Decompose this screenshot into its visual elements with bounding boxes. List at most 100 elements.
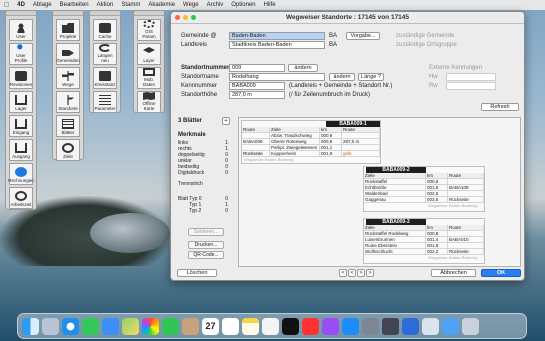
andern-nummer-button[interactable]: ändern — [288, 64, 318, 72]
drucken-button[interactable]: Drucken... — [188, 241, 224, 249]
apple-menu-icon[interactable]:  — [4, 2, 9, 9]
blatt-footer-3: Wegweiser Baden-Baden/ig — [428, 255, 478, 260]
tile-revisionen[interactable]: Revisionen — [9, 67, 33, 89]
loschen-button[interactable]: Löschen — [177, 269, 217, 277]
preview-icon[interactable] — [422, 317, 439, 335]
mail-icon[interactable] — [102, 317, 119, 335]
blatt-typ-list: Blatt Typ 0 Typ 1 Typ 2 — [178, 196, 218, 214]
tile-kreisstanz[interactable]: Kreisstanz — [93, 67, 117, 89]
nav-next-button[interactable]: > — [357, 269, 365, 277]
tile-mob-daten[interactable]: Mob. Daten — [137, 67, 161, 89]
tv-icon[interactable] — [282, 317, 299, 335]
landkreis-label: Landkreis — [181, 42, 208, 48]
tile-offline-karte[interactable]: Offline Karte — [137, 91, 161, 113]
menu-ablage[interactable]: Ablage — [33, 2, 52, 8]
downloads-icon[interactable] — [442, 317, 459, 335]
calendar-icon[interactable]: 27 — [202, 317, 219, 335]
menu-optionen[interactable]: Optionen — [231, 2, 255, 8]
tile-parameter[interactable]: Parameter — [93, 91, 117, 113]
rw-field[interactable] — [446, 82, 496, 90]
tile-projekte[interactable]: Projekte — [56, 19, 80, 41]
tile-rechnungen[interactable]: Rechnungen — [8, 163, 34, 185]
settings-icon[interactable] — [362, 317, 379, 335]
revisionen-icon — [15, 71, 27, 81]
tile-gemeinden[interactable]: Gemeinden — [56, 43, 80, 65]
hw-field[interactable] — [446, 73, 496, 81]
facetime-icon[interactable] — [162, 317, 179, 335]
add-blatt-button[interactable]: + — [222, 117, 230, 125]
sortieren-button[interactable]: Sortieren... — [188, 228, 224, 236]
music-icon[interactable] — [262, 317, 279, 335]
notes-icon[interactable] — [242, 317, 259, 335]
nav-last-button[interactable]: > — [366, 269, 374, 277]
launchpad-icon[interactable] — [42, 317, 59, 335]
gemeinde-field[interactable]: Baden-Baden — [229, 32, 325, 40]
record-navigation: < < > > — [339, 269, 374, 277]
mobile-data-icon — [143, 68, 155, 76]
tile-blatter[interactable]: Blätter — [56, 115, 80, 137]
tile-wege[interactable]: Wege — [56, 67, 80, 89]
finder-icon[interactable] — [22, 317, 39, 335]
blatt-card-2[interactable]: BABA009-2 Ziele km Route Rückstaffel 000,8 … — [363, 166, 485, 212]
xcode-icon[interactable] — [402, 317, 419, 335]
andern-name-button[interactable]: ändern — [329, 73, 355, 81]
lange-button[interactable]: Länge ? — [358, 73, 384, 81]
refresh-button[interactable]: Refresh — [481, 103, 519, 111]
externe-kennungen-label: Externe Kennungen — [429, 65, 483, 71]
gemeinde-code: BA — [329, 33, 338, 39]
tile-langen-neu[interactable]: Längen neu — [93, 43, 117, 65]
tile-eingang[interactable]: Eingang — [9, 115, 33, 137]
zoom-window-icon[interactable] — [191, 15, 196, 20]
tile-lager[interactable]: Lager — [9, 91, 33, 113]
standortname-field[interactable]: Rodelhang — [229, 73, 325, 81]
blatt-card-3[interactable]: BABA009-3 Ziele km Route Rückstaffel Rodel… — [363, 218, 485, 264]
tile-cache[interactable]: Cache — [93, 19, 117, 41]
appstore-icon[interactable] — [342, 317, 359, 335]
nav-first-button[interactable]: < — [339, 269, 347, 277]
menu-archiv[interactable]: Archiv — [207, 2, 224, 8]
qrcode-button[interactable]: QR-Code... — [188, 251, 224, 259]
close-window-icon[interactable] — [175, 15, 180, 20]
messages-icon[interactable] — [82, 317, 99, 335]
menu-akademie[interactable]: Akademie — [148, 2, 175, 8]
eingang-icon — [15, 119, 27, 129]
contacts-icon[interactable] — [182, 317, 199, 335]
signpost-icon — [62, 71, 74, 81]
menu-app[interactable]: 4D — [17, 2, 25, 8]
standortnummer-field[interactable]: 009 — [229, 64, 285, 72]
trash-icon[interactable] — [462, 317, 479, 335]
maps-icon[interactable] — [122, 317, 139, 335]
tile-standorte[interactable]: Standorte — [56, 91, 80, 113]
reminders-icon[interactable] — [222, 317, 239, 335]
blatter-count: 3 Blätter — [178, 118, 203, 124]
blatt-card-1[interactable]: BABA009-1 Route Ziele km Route Abzw. Tra… — [241, 120, 381, 164]
vorgabe-button[interactable]: Vorgabe... — [346, 32, 380, 40]
tile-arbeitszeit[interactable]: Arbeitszeit — [9, 187, 33, 209]
safari-icon[interactable] — [62, 317, 79, 335]
menu-bearbeiten[interactable]: Bearbeiten — [60, 2, 89, 8]
landkreis-field[interactable]: Stadtkreis Baden-Baden — [229, 41, 325, 49]
tile-gis-param[interactable]: GIS Param — [137, 19, 161, 41]
abbrechen-button[interactable]: Abbrechen — [431, 269, 476, 277]
standorthohe-field[interactable]: 287,0 m — [229, 91, 285, 99]
podcasts-icon[interactable] — [302, 317, 319, 335]
news-icon[interactable] — [322, 317, 339, 335]
kennnummer-field[interactable]: BABA009 — [229, 82, 285, 90]
desktop-rock — [90, 213, 170, 253]
tile-user[interactable]: User — [9, 19, 33, 41]
landkreis-code: BA — [329, 42, 338, 48]
menu-stamm[interactable]: Stamm — [121, 2, 140, 8]
tile-ausgang[interactable]: Ausgang — [9, 139, 33, 161]
tile-layer[interactable]: Layer — [137, 43, 161, 65]
ok-button[interactable]: OK — [481, 269, 521, 277]
menu-hilfe[interactable]: Hilfe — [264, 2, 276, 8]
tile-user-profile[interactable]: User Profile — [9, 43, 33, 65]
tile-ziele[interactable]: Ziele — [56, 139, 80, 161]
photos-icon[interactable] — [142, 317, 159, 335]
nav-prev-button[interactable]: < — [348, 269, 356, 277]
4d-icon[interactable] — [382, 317, 399, 335]
standorte-dialog: Wegweiser Standorte : 17145 von 17145 Ge… — [170, 11, 525, 281]
menu-aktion[interactable]: Aktion — [97, 2, 114, 8]
minimize-window-icon[interactable] — [183, 15, 188, 20]
menu-wege[interactable]: Wege — [183, 2, 199, 8]
